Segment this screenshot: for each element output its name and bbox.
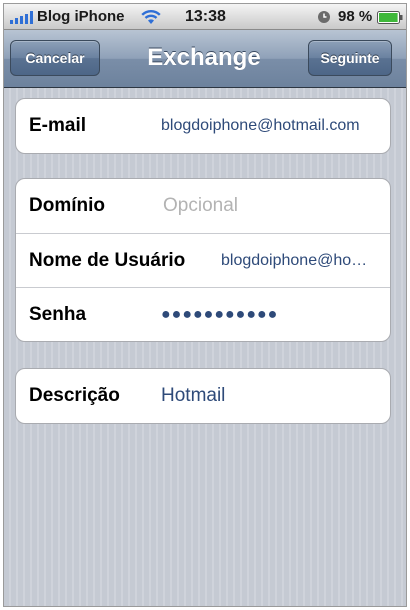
wifi-icon — [141, 10, 161, 24]
navigation-bar: Cancelar Exchange Seguinte — [4, 30, 406, 88]
email-field[interactable]: blogdoiphone@hotmail.com — [161, 99, 383, 153]
password-field[interactable]: ●●●●●●●●●●● — [161, 288, 361, 341]
email-group: E-mail blogdoiphone@hotmail.com — [15, 98, 391, 154]
account-group: Domínio Opcional Nome de Usuário blogdoi… — [15, 178, 391, 342]
domain-row[interactable]: Domínio Opcional — [16, 179, 390, 233]
username-field[interactable]: blogdoiphone@ho… — [221, 234, 385, 288]
description-label: Descrição — [29, 385, 120, 406]
password-label: Senha — [29, 304, 87, 325]
screen: Blog iPhone 13:38 98 % Cancelar Exchange… — [3, 3, 407, 607]
username-label: Nome de Usuário — [29, 250, 186, 271]
email-label: E-mail — [29, 115, 87, 136]
email-row[interactable]: E-mail blogdoiphone@hotmail.com — [16, 99, 390, 153]
alarm-icon — [318, 11, 330, 23]
domain-label: Domínio — [29, 195, 105, 216]
cancel-button[interactable]: Cancelar — [10, 40, 100, 76]
status-time: 13:38 — [185, 8, 226, 25]
password-row[interactable]: Senha ●●●●●●●●●●● — [16, 287, 390, 341]
battery-percent: 98 % — [338, 8, 373, 25]
battery-icon — [377, 11, 403, 24]
signal-icon — [10, 11, 33, 24]
domain-field[interactable]: Opcional — [163, 179, 363, 233]
description-field[interactable]: Hotmail — [161, 369, 361, 423]
description-group: Descrição Hotmail — [15, 368, 391, 424]
page-title: Exchange — [147, 44, 261, 71]
description-row[interactable]: Descrição Hotmail — [16, 369, 390, 423]
username-row[interactable]: Nome de Usuário blogdoiphone@ho… — [16, 233, 390, 287]
next-button[interactable]: Seguinte — [308, 40, 392, 76]
status-bar: Blog iPhone 13:38 98 % — [4, 4, 406, 30]
carrier-name: Blog iPhone — [37, 8, 125, 25]
